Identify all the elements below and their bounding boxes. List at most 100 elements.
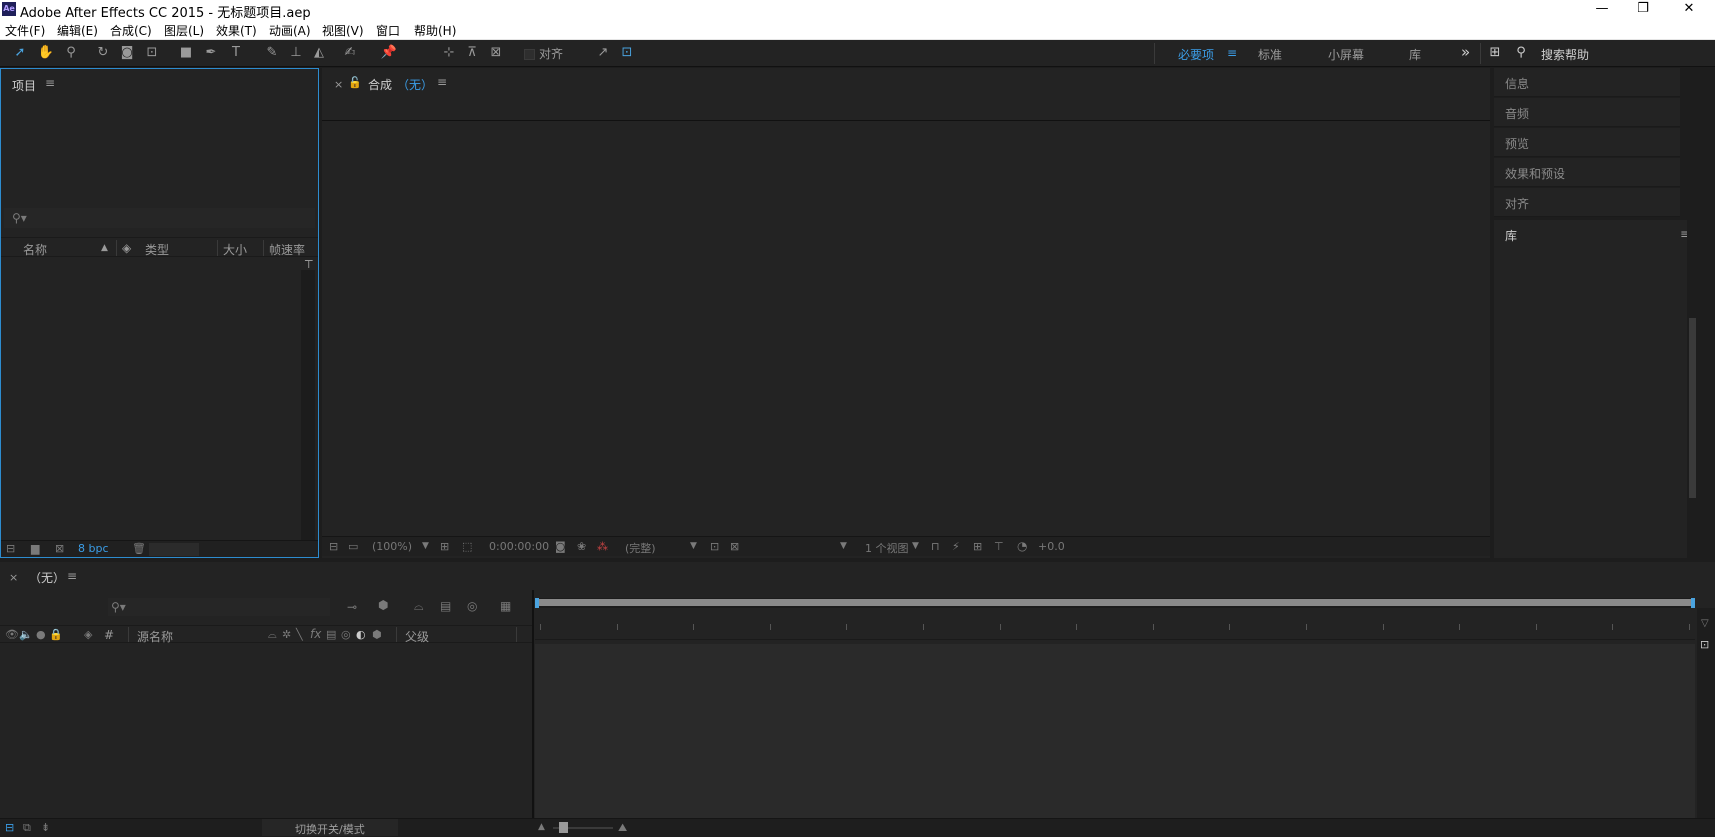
exposure-value[interactable]: +0.0 <box>1038 540 1065 553</box>
zoom-in-mountain-icon[interactable]: ⛰ <box>618 821 627 835</box>
column-parent[interactable]: 父级 <box>405 628 429 645</box>
menu-window[interactable]: 窗口 <box>376 22 400 39</box>
solo-icon[interactable]: ● <box>36 628 46 641</box>
hand-tool-icon[interactable]: ✋ <box>37 44 55 62</box>
comp-panel-menu-icon[interactable]: ≡ <box>437 75 447 89</box>
show-snapshot-icon[interactable]: ❀ <box>577 540 586 553</box>
column-name[interactable]: 名称 <box>23 241 47 258</box>
minimize-button[interactable]: — <box>1579 0 1625 20</box>
search-help-icon[interactable]: ⚲ <box>1512 44 1530 62</box>
align-checkbox[interactable] <box>524 49 535 60</box>
menu-help[interactable]: 帮助(H) <box>414 22 456 39</box>
frame-blend-icon[interactable]: ▤ <box>326 628 336 641</box>
menu-effect[interactable]: 效果(T) <box>216 22 257 39</box>
project-footer-scroll[interactable] <box>149 543 199 556</box>
motion-blur-icon[interactable]: ◎ <box>341 628 351 641</box>
timeline-panel-menu-icon[interactable]: ≡ <box>67 569 77 583</box>
pen-tool-icon[interactable]: ✒ <box>202 44 220 62</box>
snap-arrow-icon[interactable]: ↗ <box>594 44 612 62</box>
menu-edit[interactable]: 编辑(E) <box>57 22 98 39</box>
column-size[interactable]: 大小 <box>223 241 247 258</box>
new-folder-icon[interactable]: ▆ <box>31 542 39 555</box>
bit-depth-button[interactable]: 8 bpc <box>78 542 109 555</box>
snapshot-camera-icon[interactable]: ◙ <box>555 540 566 553</box>
workspace-menu-icon[interactable]: ≡ <box>1227 46 1237 60</box>
sync-settings-icon[interactable]: ⊞ <box>1486 44 1504 62</box>
close-comp-tab-icon[interactable]: × <box>334 78 343 91</box>
3d-layer-icon[interactable]: ⬢ <box>372 628 382 641</box>
title-action-safe-icon[interactable]: ⊞ <box>440 540 449 553</box>
camera-tool-icon[interactable]: ◙ <box>118 44 136 62</box>
zoom-slider-thumb[interactable] <box>559 822 568 833</box>
time-ruler[interactable] <box>535 614 1695 640</box>
column-number[interactable]: # <box>104 628 114 642</box>
layer-switches-icon[interactable]: ⊟ <box>5 821 14 834</box>
project-scrollbar[interactable] <box>301 270 315 540</box>
frame-blending-icon[interactable]: ▤ <box>440 599 451 613</box>
transparency-grid-icon[interactable]: ⊠ <box>730 540 739 553</box>
mask-visibility-icon[interactable]: ⬚ <box>462 540 472 553</box>
menu-file[interactable]: 文件(F) <box>5 22 45 39</box>
region-of-interest-icon[interactable]: ⊡ <box>710 540 719 553</box>
lock-icon[interactable]: 🔒 <box>49 628 63 641</box>
view-layout-dropdown[interactable]: 1 个视图 <box>865 540 909 556</box>
snap-target-icon[interactable]: ⊡ <box>618 44 636 62</box>
timeline-search-input[interactable]: ⚲▾ <box>108 598 330 616</box>
chevron-down-icon[interactable]: ▼ <box>912 541 919 551</box>
lock-icon[interactable]: 🔓 <box>348 76 362 89</box>
timeline-track-area[interactable] <box>535 644 1695 818</box>
navigator-start-handle[interactable] <box>535 598 539 608</box>
quality-icon[interactable]: ╲ <box>296 628 303 641</box>
exposure-reset-icon[interactable]: ◔ <box>1017 539 1027 553</box>
time-navigator-range[interactable] <box>537 599 1693 606</box>
workspace-libraries[interactable]: 库 <box>1409 46 1421 63</box>
composition-viewer[interactable] <box>322 121 1490 536</box>
audio-speaker-icon[interactable]: 🔈 <box>19 628 33 641</box>
timeline-scrollbar[interactable]: ▽ ⊡ <box>1697 608 1715 818</box>
effects-fx-icon[interactable]: fx <box>310 627 321 641</box>
view-axis-icon[interactable]: ⊠ <box>487 44 505 62</box>
type-tool-icon[interactable]: T <box>227 44 245 62</box>
hide-shy-layers-icon[interactable]: ⌓ <box>414 599 424 614</box>
workspace-small-screen[interactable]: 小屏幕 <box>1328 46 1364 63</box>
menu-view[interactable]: 视图(V) <box>322 22 364 39</box>
label-tag-icon[interactable]: ◈ <box>122 241 131 255</box>
collapse-transform-icon[interactable]: ✲ <box>282 628 291 641</box>
more-workspaces-button[interactable]: » <box>1461 43 1470 61</box>
layer-list-area[interactable] <box>0 644 532 818</box>
color-channels-icon[interactable]: ⁂ <box>597 540 608 553</box>
selection-tool-icon[interactable]: ➚ <box>11 44 29 62</box>
chevron-down-icon[interactable]: ▼ <box>840 541 847 551</box>
toggle-pixel-aspect-icon[interactable]: ⊓ <box>931 540 940 553</box>
workspace-essentials[interactable]: 必要项 <box>1178 46 1214 63</box>
right-panel-scrollbar[interactable] <box>1687 68 1698 558</box>
resolution-dropdown[interactable]: (完整) <box>625 540 656 556</box>
draft-3d-icon[interactable]: ⬢ <box>378 598 388 612</box>
clone-stamp-tool-icon[interactable]: ⊥ <box>287 44 305 62</box>
brush-tool-icon[interactable]: ✎ <box>263 44 281 62</box>
zoom-tool-icon[interactable]: ⚲ <box>62 44 80 62</box>
project-panel-menu-icon[interactable]: ≡ <box>45 76 55 90</box>
eraser-tool-icon[interactable]: ◭ <box>310 44 328 62</box>
transfer-controls-icon[interactable]: ⧉ <box>23 821 31 835</box>
close-window-button[interactable]: ✕ <box>1666 0 1712 20</box>
fast-preview-icon[interactable]: ⚡ <box>952 540 960 553</box>
monitor-icon[interactable]: ▭ <box>348 540 358 553</box>
shy-icon[interactable]: ⌓ <box>268 628 277 642</box>
magnification-dropdown[interactable]: (100%) <box>372 540 412 553</box>
chevron-down-icon[interactable]: ▼ <box>422 541 429 551</box>
panel-audio[interactable]: 音频 <box>1494 98 1680 127</box>
navigator-end-handle[interactable] <box>1691 598 1695 608</box>
panel-preview[interactable]: 预览 <box>1494 128 1680 157</box>
timeline-splitter[interactable] <box>532 590 534 818</box>
toggle-switches-modes-button[interactable]: 切换开关/模式 <box>262 819 398 836</box>
sort-up-icon[interactable]: ▲ <box>101 243 108 253</box>
trash-icon[interactable]: 🗑 <box>132 542 146 555</box>
menu-composition[interactable]: 合成(C) <box>110 22 152 39</box>
time-navigator[interactable] <box>535 598 1695 608</box>
puppet-pin-tool-icon[interactable]: 📌 <box>380 44 398 62</box>
column-frame-rate[interactable]: 帧速率 <box>269 241 305 258</box>
menu-layer[interactable]: 图层(L) <box>164 22 204 39</box>
panel-align[interactable]: 对齐 <box>1494 188 1680 217</box>
graph-editor-icon[interactable]: ▦ <box>500 599 511 613</box>
